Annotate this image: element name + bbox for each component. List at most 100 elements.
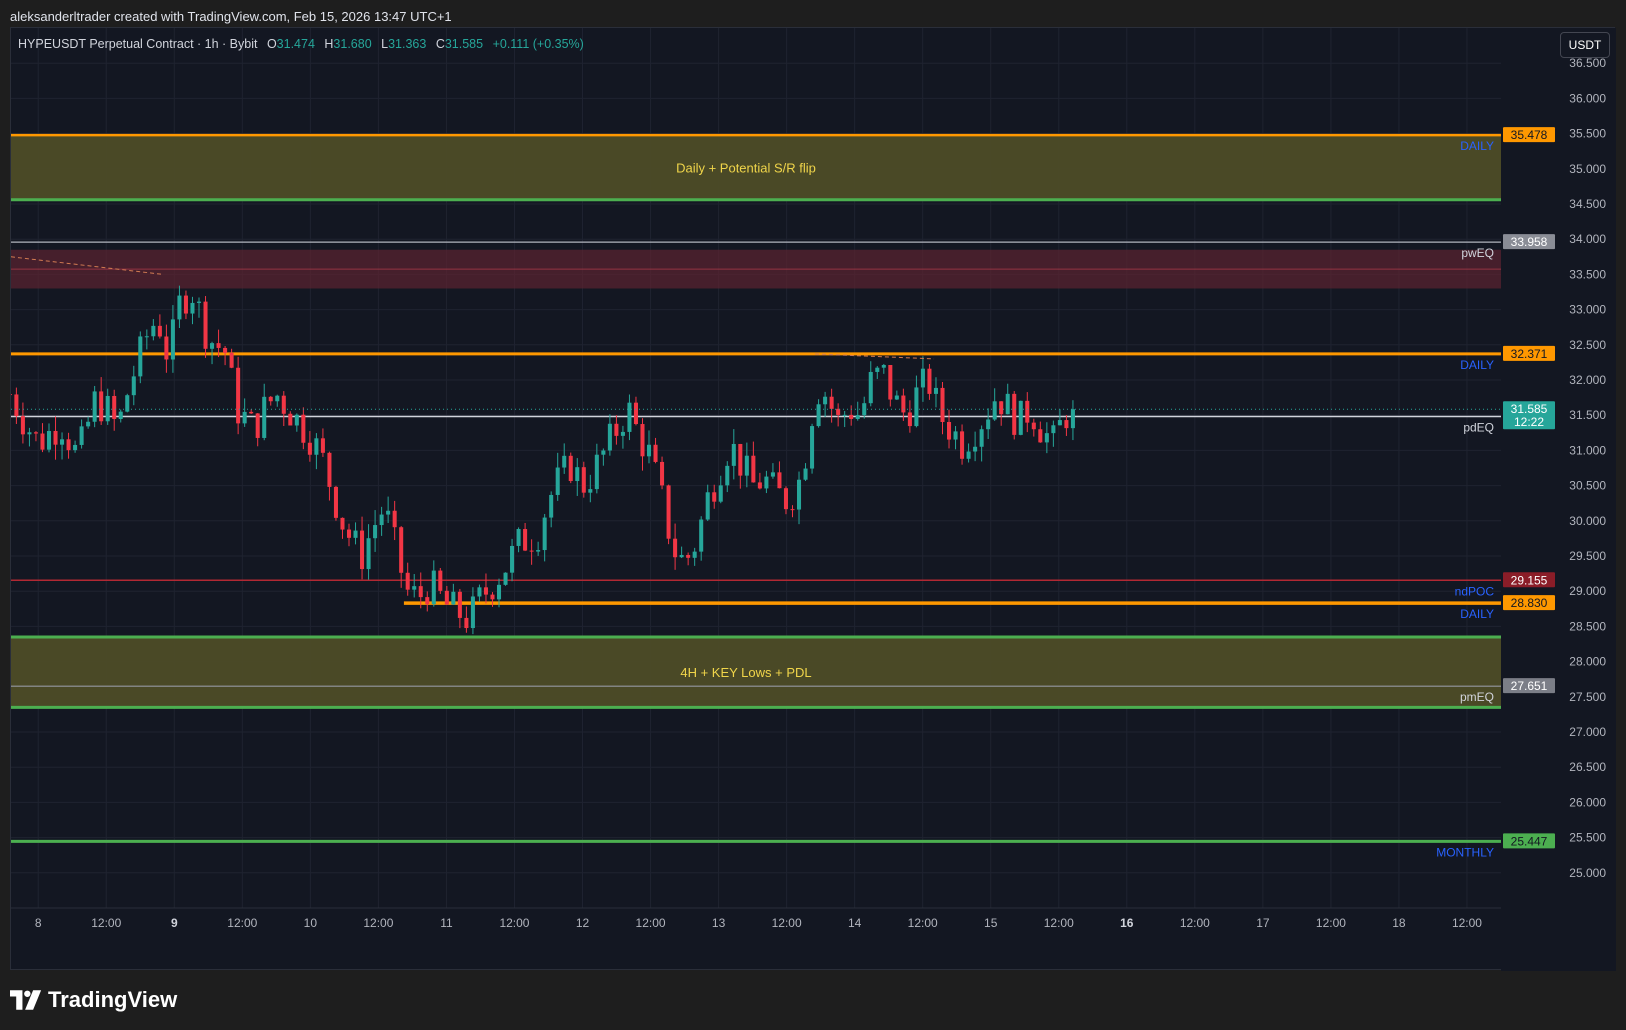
candle-body <box>920 368 925 388</box>
high-value: 31.680 <box>333 37 372 51</box>
candle-body <box>777 472 782 489</box>
tradingview-logo-icon <box>10 990 42 1010</box>
price-tick-label: 28.500 <box>1569 619 1606 633</box>
candle <box>249 409 254 414</box>
price-badge-label: 33.958 <box>1511 235 1548 249</box>
candle <box>503 572 508 586</box>
candle <box>894 390 899 400</box>
candle-body <box>60 439 65 445</box>
candle-body <box>705 492 710 520</box>
candle <box>562 443 567 474</box>
candle-body <box>960 431 965 459</box>
price-tick-label: 36.000 <box>1569 91 1606 105</box>
candle-body <box>796 479 802 510</box>
candle-body <box>718 485 723 502</box>
candle-body <box>640 424 645 457</box>
candle <box>888 364 893 407</box>
candle <box>1012 391 1017 440</box>
tradingview-brand[interactable]: TradingView <box>10 987 177 1013</box>
candle <box>1018 400 1023 436</box>
candle <box>881 363 886 374</box>
price-tick-label: 34.000 <box>1569 232 1606 246</box>
candle-body <box>542 517 547 551</box>
time-tick-label: 8 <box>35 916 42 930</box>
candle <box>333 485 338 521</box>
candle <box>1031 418 1036 437</box>
candle <box>588 474 593 503</box>
open-label: O <box>266 37 277 51</box>
candle <box>757 472 762 490</box>
candle-body <box>862 403 867 416</box>
price-chart[interactable]: Daily + Potential S/R flip 4H + KEY Lows … <box>11 28 1616 971</box>
candle <box>301 407 306 450</box>
candle-body <box>216 343 221 348</box>
candle <box>960 424 965 465</box>
level-tag: MONTHLY <box>1436 845 1494 859</box>
candle <box>86 416 91 429</box>
chart-frame[interactable]: Daily + Potential S/R flip 4H + KEY Lows … <box>10 27 1616 971</box>
time-tick-label: 12:00 <box>363 916 393 930</box>
zone-label: Daily + Potential S/R flip <box>676 160 816 175</box>
candle <box>927 364 932 400</box>
candle-body <box>379 514 384 526</box>
price-badge: 28.830 <box>1503 595 1555 611</box>
candle <box>823 391 828 417</box>
price-tick-label: 27.500 <box>1569 690 1606 704</box>
candle-body <box>966 451 971 459</box>
levels: DAILY pwEQ DAILY pdEQ ndPOC DAILY pmEQ MONTHLY <box>11 133 1501 859</box>
candle <box>725 461 730 493</box>
currency-button[interactable]: USDT <box>1560 32 1610 58</box>
candle-body <box>875 367 880 372</box>
time-tick-label: 18 <box>1392 916 1406 930</box>
candle <box>14 387 19 424</box>
candle-body <box>529 550 534 552</box>
candle-body <box>927 368 932 394</box>
price-tick-label: 28.000 <box>1569 655 1606 669</box>
time-tick-label: 12:00 <box>1452 916 1482 930</box>
candle <box>196 297 202 318</box>
candle-body <box>946 422 952 440</box>
candle-body <box>607 423 612 451</box>
candle <box>11 394 12 396</box>
price-badge: 25.447 <box>1503 833 1555 849</box>
candle <box>829 388 834 423</box>
candle-body <box>105 395 110 422</box>
candle <box>157 314 162 339</box>
candle-body <box>627 402 632 432</box>
candle-body <box>203 301 208 349</box>
time-tick-label: 9 <box>171 916 178 930</box>
candle-body <box>73 444 78 451</box>
candle <box>27 427 32 447</box>
candle-body <box>281 395 286 414</box>
price-tick-label: 29.000 <box>1569 584 1606 598</box>
price-tick-label: 32.000 <box>1569 373 1606 387</box>
candle-body <box>646 444 652 457</box>
candle <box>307 431 312 462</box>
candle <box>483 573 488 604</box>
candle-body <box>849 414 854 419</box>
candle <box>542 513 547 562</box>
price-badge: 29.155 <box>1503 572 1555 588</box>
level-tag: DAILY <box>1460 358 1494 372</box>
candle-body <box>164 336 169 360</box>
candle <box>523 522 528 552</box>
candle <box>268 396 273 406</box>
candle-body <box>731 443 736 466</box>
candle-body <box>314 438 319 455</box>
candle <box>346 523 352 547</box>
candle <box>255 413 260 447</box>
time-tick-label: 16 <box>1120 916 1134 930</box>
candle <box>751 441 756 483</box>
candle <box>477 584 482 602</box>
symbol-name[interactable]: HYPEUSDT Perpetual Contract · 1h · Bybit <box>18 37 257 51</box>
candle-body <box>399 527 404 573</box>
price-tick-label: 27.000 <box>1569 725 1606 739</box>
level-tag: DAILY <box>1460 607 1494 621</box>
candle-body <box>183 295 188 314</box>
candle-body <box>686 554 691 558</box>
price-tick-label: 35.500 <box>1569 127 1606 141</box>
candle-body <box>699 519 704 552</box>
candle-body <box>490 594 495 600</box>
candle-body <box>901 395 906 413</box>
level-tag: ndPOC <box>1455 584 1495 598</box>
